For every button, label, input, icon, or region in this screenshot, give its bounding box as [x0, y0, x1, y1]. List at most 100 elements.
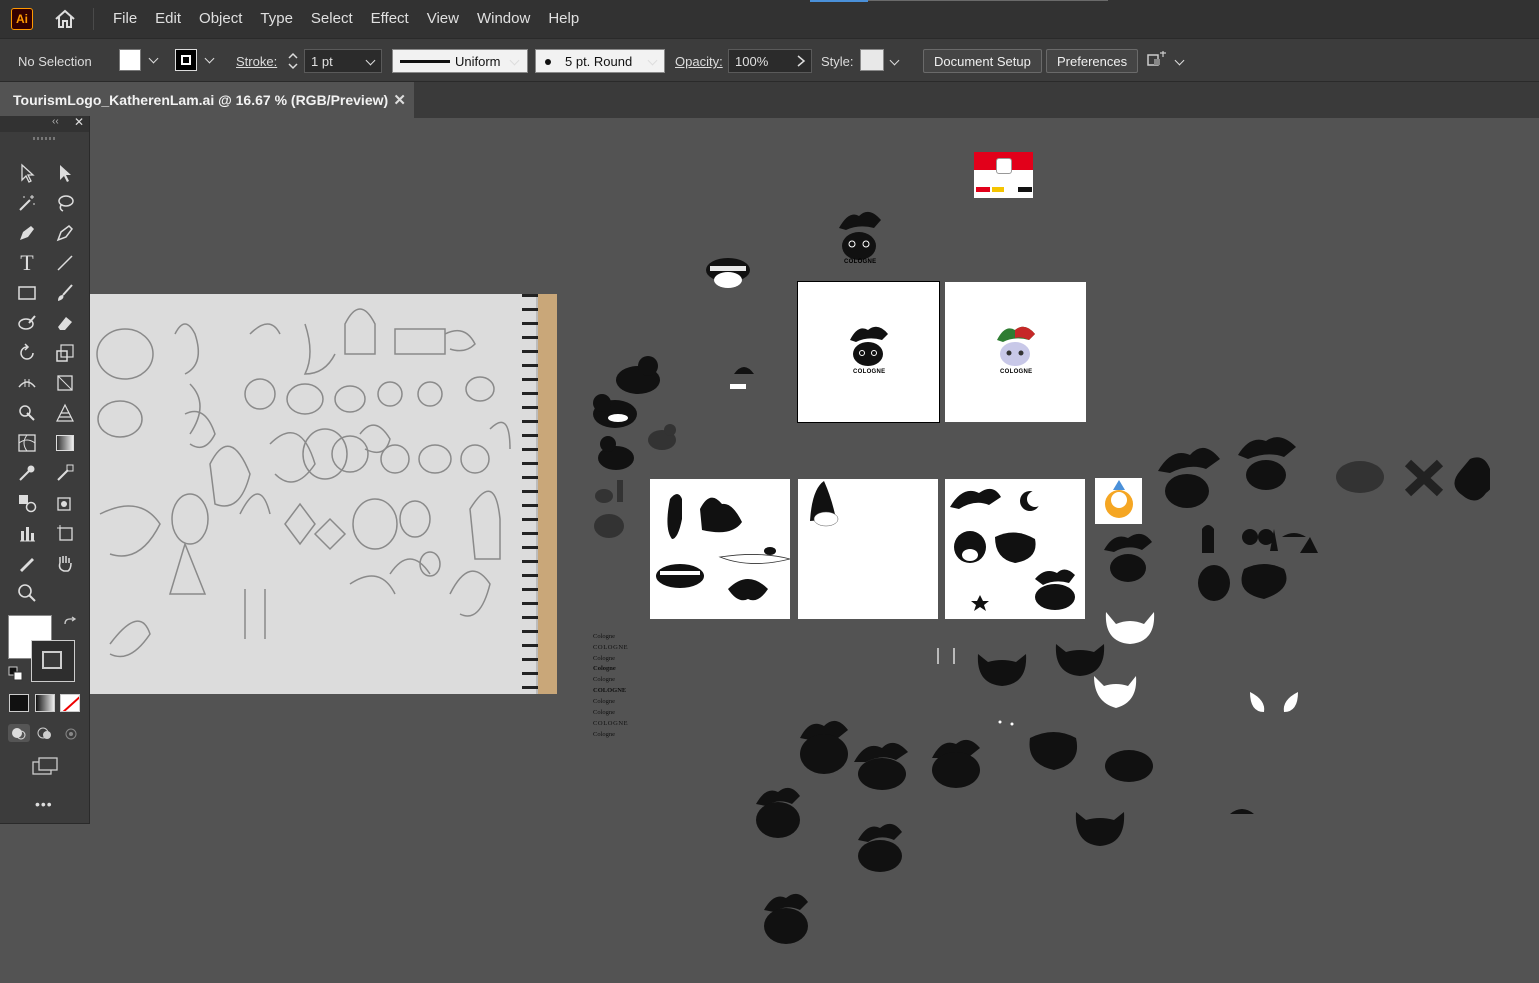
opacity-arrow-icon[interactable] [795, 54, 807, 68]
profile-dropdown-icon[interactable] [508, 54, 522, 68]
default-fill-stroke-icon[interactable] [8, 666, 24, 682]
menu-type[interactable]: Type [251, 0, 302, 38]
preferences-button[interactable]: Preferences [1046, 49, 1139, 73]
home-icon[interactable] [51, 7, 79, 31]
eyes-white [1250, 692, 1298, 712]
lasso-tool-icon[interactable] [51, 190, 79, 216]
artboard-canvas[interactable]: COLOGNE COLOGNE COLOGNE Cologne COLOGNE … [90, 118, 1539, 983]
opacity-value: 100% [735, 54, 769, 69]
sketchbook-spiral [522, 294, 538, 694]
font-sample: COLOGNE [593, 687, 627, 694]
slice-tool-icon[interactable] [13, 550, 41, 576]
fang-marks [937, 648, 955, 664]
flag-swatch-yellow [992, 187, 1004, 192]
stroke-swatch[interactable] [175, 49, 197, 71]
arrange-dropdown-icon[interactable] [1173, 54, 1187, 68]
menu-effect[interactable]: Effect [362, 0, 418, 38]
style-dropdown-icon[interactable] [888, 54, 902, 68]
curvature-tool-icon[interactable] [51, 220, 79, 246]
font-samples: Cologne COLOGNE Cologne Cologne Cologne … [593, 633, 653, 743]
menu-view[interactable]: View [418, 0, 468, 38]
brush-dropdown-icon[interactable] [646, 54, 660, 68]
close-tab-icon[interactable]: ✕ [393, 91, 406, 109]
small-hat-icon [730, 367, 754, 389]
paintbrush-tool-icon[interactable] [51, 280, 79, 306]
shaper-tool-icon[interactable] [13, 310, 41, 336]
menu-bar: Ai File Edit Object Type Select Effect V… [0, 0, 1539, 38]
document-setup-button[interactable]: Document Setup [923, 49, 1042, 73]
stroke-label[interactable]: Stroke: [236, 54, 277, 69]
symbol-sprayer-tool-icon[interactable] [51, 490, 79, 516]
document-tab-bar: TourismLogo_KatherenLam.ai @ 16.67 % (RG… [0, 82, 1539, 118]
stroke-weight-value: 1 pt [311, 54, 333, 69]
mesh-tool-icon[interactable] [13, 430, 41, 456]
free-transform-tool-icon[interactable] [51, 370, 79, 396]
document-tab[interactable]: TourismLogo_KatherenLam.ai @ 16.67 % (RG… [0, 82, 414, 118]
scale-tool-icon[interactable] [51, 340, 79, 366]
draw-behind-icon[interactable] [34, 724, 56, 742]
edit-toolbar-button[interactable]: ••• [35, 796, 53, 812]
stroke-weight-dropdown-icon[interactable] [364, 54, 378, 68]
close-panel-icon[interactable]: ✕ [74, 115, 84, 129]
gradient-mode-icon[interactable] [35, 694, 55, 712]
selection-tool-icon[interactable] [13, 160, 41, 186]
menu-object[interactable]: Object [190, 0, 251, 38]
font-sample: Cologne [593, 731, 616, 738]
style-swatch[interactable] [860, 49, 884, 71]
gradient-tool-icon[interactable] [51, 430, 79, 456]
draw-normal-icon[interactable] [8, 724, 30, 742]
pen-tool-icon[interactable] [13, 220, 41, 246]
jester-small-icon [1104, 533, 1152, 582]
hand-tool-icon[interactable] [51, 550, 79, 576]
panel-grip[interactable] [33, 137, 55, 140]
swap-fill-stroke-icon[interactable] [62, 616, 78, 632]
cologne-label-1: COLOGNE [853, 369, 886, 375]
eraser-tool-icon[interactable] [51, 310, 79, 336]
type-tool-icon[interactable]: T [13, 250, 41, 276]
menu-edit[interactable]: Edit [146, 0, 190, 38]
fill-swatch[interactable] [119, 49, 141, 71]
artboard-1[interactable]: COLOGNE [797, 281, 940, 423]
artboard-5[interactable] [945, 479, 1085, 619]
colored-jester-thumb[interactable] [1095, 478, 1142, 524]
eyedropper-tool-icon[interactable] [13, 460, 41, 486]
stroke-color-box[interactable] [31, 640, 75, 682]
width-tool-icon[interactable] [13, 370, 41, 396]
app-logo: Ai [11, 8, 33, 30]
font-sample: Cologne [593, 655, 616, 662]
blend-tool-icon[interactable] [13, 490, 41, 516]
fill-dropdown-icon[interactable] [147, 52, 161, 66]
line-segment-tool-icon[interactable] [51, 250, 79, 276]
cat-mask-white-2 [1094, 676, 1137, 708]
arrange-documents-icon[interactable] [1146, 51, 1168, 71]
direct-selection-tool-icon[interactable] [51, 160, 79, 186]
rectangle-tool-icon[interactable] [13, 280, 41, 306]
rotate-tool-icon[interactable] [13, 340, 41, 366]
artboard-tool-icon[interactable] [51, 520, 79, 546]
opacity-label[interactable]: Opacity: [675, 54, 723, 69]
perspective-grid-tool-icon[interactable] [51, 400, 79, 426]
color-mode-icon[interactable] [9, 694, 29, 712]
menu-window[interactable]: Window [468, 0, 539, 38]
font-sample: Cologne [593, 698, 616, 705]
draw-inside-icon[interactable] [60, 724, 82, 742]
stroke-stepper-icon[interactable] [285, 48, 301, 74]
shape-builder-tool-icon[interactable] [13, 400, 41, 426]
menu-select[interactable]: Select [302, 0, 362, 38]
menu-help[interactable]: Help [539, 0, 588, 38]
none-mode-icon[interactable] [60, 694, 80, 712]
zoom-tool-icon[interactable] [13, 580, 41, 606]
magic-wand-tool-icon[interactable] [13, 190, 41, 216]
jester-face-sketches [950, 488, 1075, 611]
collapse-panel-icon[interactable]: ‹‹ [52, 116, 59, 127]
tools-panel: ‹‹ ✕ T ••• [0, 115, 90, 824]
screen-mode-icon[interactable] [31, 756, 59, 776]
menu-file[interactable]: File [104, 0, 146, 38]
measure-tool-icon[interactable] [51, 460, 79, 486]
artboard-2[interactable]: COLOGNE [945, 282, 1086, 422]
colored-jester-icon [1105, 480, 1133, 518]
artboard-4[interactable] [798, 479, 938, 619]
flag-crest-icon [996, 158, 1012, 174]
stroke-dropdown-icon[interactable] [203, 52, 217, 66]
column-graph-tool-icon[interactable] [13, 520, 41, 546]
